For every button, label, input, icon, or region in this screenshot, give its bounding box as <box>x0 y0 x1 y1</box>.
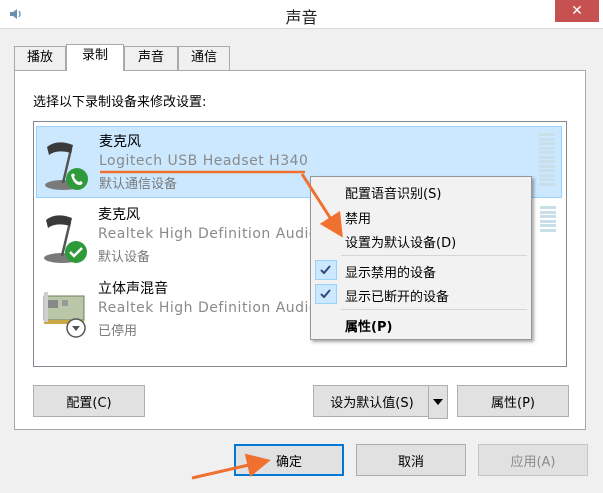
device-description: Realtek High Definition Audio <box>98 300 319 316</box>
close-button[interactable]: ✕ <box>555 0 599 22</box>
device-name: 立体声混音 <box>98 281 168 297</box>
menu-separator <box>341 309 527 310</box>
menu-separator <box>341 255 527 256</box>
device-name: 麦克风 <box>98 207 140 223</box>
cancel-button[interactable]: 取消 <box>356 444 466 476</box>
check-icon <box>315 284 337 304</box>
close-icon: ✕ <box>571 3 583 19</box>
menu-item-properties[interactable]: 属性(P) <box>345 316 392 335</box>
device-status: 默认设备 <box>98 250 151 265</box>
tab-recording[interactable]: 录制 <box>66 44 124 71</box>
device-status: 默认通信设备 <box>99 177 178 192</box>
menu-item-show-disconnected[interactable]: 显示已断开的设备 <box>345 286 449 305</box>
level-meter <box>540 206 556 262</box>
menu-item-configure-speech[interactable]: 配置语音识别(S) <box>345 183 441 202</box>
device-status: 已停用 <box>98 324 138 339</box>
configure-button[interactable]: 配置(C) <box>33 385 145 417</box>
device-name: 麦克风 <box>99 134 141 150</box>
menu-item-disable[interactable]: 禁用 <box>345 208 371 227</box>
microphone-phone-icon <box>45 142 88 190</box>
microphone-check-icon <box>44 215 87 263</box>
window-title: 声音 <box>285 8 318 27</box>
device-description: Logitech USB Headset H340 <box>99 153 309 169</box>
ok-button[interactable]: 确定 <box>234 444 344 476</box>
level-meter <box>539 133 555 189</box>
title-bar: 声音 ✕ <box>0 0 603 29</box>
sound-card-disabled-icon <box>43 292 86 338</box>
tab-playback[interactable]: 播放 <box>14 46 66 70</box>
menu-item-set-default[interactable]: 设置为默认设备(D) <box>345 232 456 251</box>
tab-communications[interactable]: 通信 <box>178 46 230 70</box>
chevron-down-icon <box>433 399 443 405</box>
properties-button[interactable]: 属性(P) <box>457 385 569 417</box>
set-default-button[interactable]: 设为默认值(S) <box>313 385 431 417</box>
set-default-dropdown[interactable] <box>428 385 448 419</box>
context-menu: 配置语音识别(S) 禁用 设置为默认设备(D) 显示禁用的设备 显示已断开的设备… <box>310 176 532 340</box>
tab-sounds[interactable]: 声音 <box>124 46 178 70</box>
menu-item-show-disabled[interactable]: 显示禁用的设备 <box>345 262 436 281</box>
device-description: Realtek High Definition Audio <box>98 226 319 242</box>
instruction-label: 选择以下录制设备来修改设置: <box>33 95 207 110</box>
check-icon <box>315 260 337 280</box>
apply-button[interactable]: 应用(A) <box>478 444 588 476</box>
